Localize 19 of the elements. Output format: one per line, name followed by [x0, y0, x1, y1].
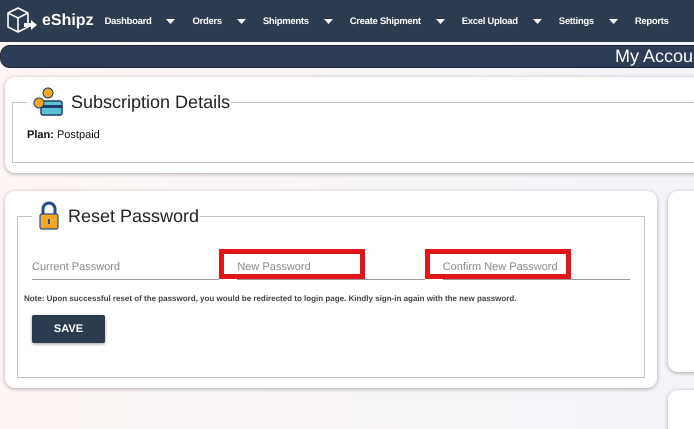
nav-menu-item[interactable]: Orders	[192, 16, 246, 26]
password-field[interactable]: Current Password	[32, 261, 220, 279]
nav-menu-item[interactable]: Create Shipment	[350, 16, 445, 26]
nav-menu-item[interactable]: Settings	[558, 16, 618, 26]
nav-menu-item[interactable]: Dashboard	[104, 16, 176, 26]
nav-menu-item[interactable]: Excel Upload	[462, 16, 542, 26]
password-field[interactable]: Confirm New Password	[442, 261, 630, 279]
payment-card-icon	[33, 87, 63, 117]
note-text: Note: Upon successful reset of the password, you would be redirected to login page. Kindly sign-in again with the new password.	[24, 294, 518, 303]
padlock-icon	[38, 201, 60, 231]
save-button[interactable]: SAVE	[32, 315, 105, 343]
nav-menu-item[interactable]: Shipments	[262, 16, 333, 26]
section-title: Reset Password	[68, 206, 200, 226]
brand-name: eShipz	[42, 12, 94, 30]
plan-text: Plan: Postpaid	[27, 129, 101, 141]
section-title: Subscription Details	[71, 92, 230, 112]
page-title: My Accou	[614, 46, 693, 67]
password-field[interactable]: New Password	[237, 261, 425, 279]
nav-menu-item[interactable]: Reports	[634, 16, 669, 26]
